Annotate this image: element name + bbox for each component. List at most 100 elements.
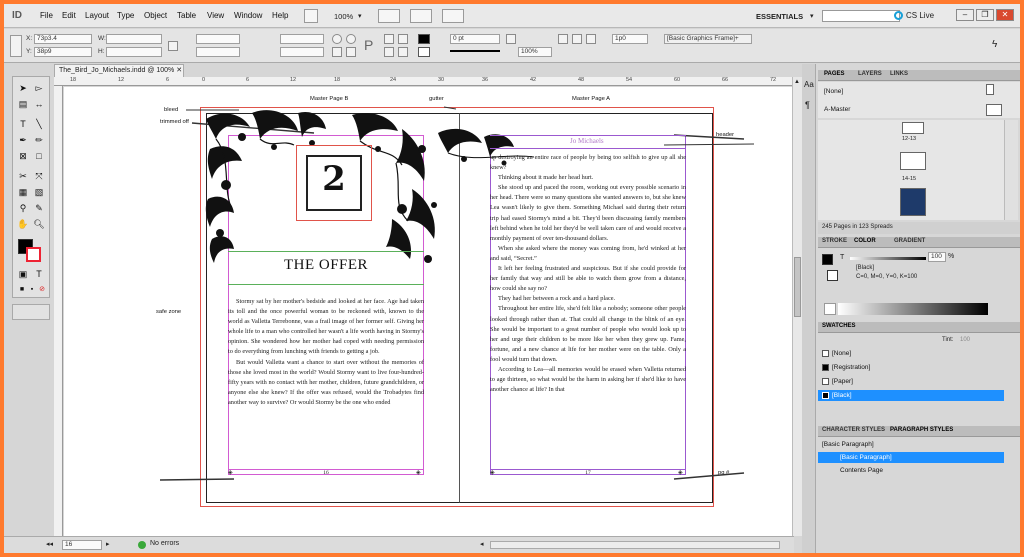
swatch-registration[interactable]: [Registration] (818, 362, 1004, 373)
selection-tool-icon[interactable]: ➤ (16, 81, 30, 95)
close-tab-icon[interactable]: ✕ (176, 67, 182, 74)
pencil-tool-icon[interactable]: ✏ (32, 133, 46, 147)
menu-table[interactable]: Table (177, 11, 196, 20)
fill-swatch[interactable] (418, 34, 430, 44)
select-container-icon[interactable] (384, 34, 394, 44)
page-tool-icon[interactable]: ▤ (16, 97, 30, 111)
rotation-field[interactable] (280, 34, 324, 44)
scissors-tool-icon[interactable]: ✂ (16, 169, 30, 183)
note-tool-icon[interactable]: ✎ (32, 201, 46, 215)
select-previous-icon[interactable] (384, 47, 394, 57)
tab-layers[interactable]: LAYERS (858, 71, 882, 77)
drop-shadow-icon[interactable] (506, 34, 516, 44)
menu-window[interactable]: Window (234, 11, 262, 20)
tab-color[interactable]: COLOR (854, 238, 876, 244)
swatch-none[interactable]: [None] (818, 348, 1004, 359)
preflight-status[interactable]: No errors (150, 540, 179, 547)
style-basic-paragraph[interactable]: [Basic Paragraph] (818, 452, 1004, 463)
document-tab[interactable]: The_Bird_Jo_Michaels.indd @ 100% ✕ (54, 64, 184, 77)
first-page-icon[interactable]: ◂◂ (46, 540, 53, 548)
workspace-dropdown-icon[interactable]: ▾ (810, 12, 814, 20)
color-fill-swatch[interactable] (822, 254, 833, 265)
width-field[interactable] (106, 34, 162, 44)
tab-swatches[interactable]: SWATCHES (822, 323, 856, 329)
rectangle-frame-tool-icon[interactable]: ⊠ (16, 149, 30, 163)
menu-help[interactable]: Help (272, 11, 288, 20)
paragraph-icon[interactable]: ¶ (805, 100, 810, 110)
formatting-container-icon[interactable]: ▣ (16, 267, 30, 281)
tab-gradient[interactable]: GRADIENT (894, 238, 925, 244)
scroll-up-icon[interactable]: ▲ (794, 79, 801, 86)
flip-horizontal-icon[interactable] (332, 47, 342, 57)
none-color-icon[interactable] (824, 303, 836, 315)
tab-pages[interactable]: PAGES (824, 71, 845, 77)
cs-live-label[interactable]: CS Live (906, 11, 934, 20)
menu-edit[interactable]: Edit (62, 11, 76, 20)
cs-live-icon[interactable] (894, 11, 903, 20)
workspace-switcher[interactable]: ESSENTIALS (756, 12, 803, 21)
pages-scrollbar[interactable] (1004, 120, 1018, 220)
rotate-ccw-icon[interactable] (346, 34, 356, 44)
character-icon[interactable]: Aa (804, 80, 814, 89)
flip-vertical-icon[interactable] (346, 47, 356, 57)
horizontal-ruler[interactable]: 18 12 6 0 6 12 18 24 30 36 42 48 54 60 6… (54, 77, 792, 86)
wrap-bbox-icon[interactable] (572, 34, 582, 44)
swatch-tint-value[interactable]: 100 (960, 337, 970, 343)
page-thumb[interactable] (900, 152, 926, 170)
direct-selection-tool-icon[interactable]: ▻ (32, 81, 46, 95)
view-options-button[interactable] (378, 9, 400, 23)
scroll-left-icon[interactable]: ◂ (480, 540, 484, 548)
hand-tool-icon[interactable]: ✋ (16, 217, 30, 231)
menu-type[interactable]: Type (117, 11, 134, 20)
stroke-color-swatch[interactable] (26, 247, 41, 262)
apply-none-icon[interactable]: ⊘ (35, 283, 49, 297)
rectangle-tool-icon[interactable]: □ (32, 149, 46, 163)
menu-file[interactable]: File (40, 11, 53, 20)
vertical-ruler[interactable] (54, 86, 63, 536)
swatch-paper[interactable]: [Paper] (818, 376, 1004, 387)
minimize-button[interactable]: – (956, 9, 974, 21)
color-stroke-swatch[interactable] (827, 270, 838, 281)
menu-view[interactable]: View (207, 11, 224, 20)
frame-handle-icon[interactable]: ◈ (678, 469, 683, 476)
gradient-feather-tool-icon[interactable]: ▧ (32, 185, 46, 199)
page-thumb[interactable] (902, 122, 924, 134)
arrange-documents-button[interactable] (442, 9, 464, 23)
eyedropper-tool-icon[interactable]: ⚲ (16, 201, 30, 215)
help-search-input[interactable] (822, 10, 900, 22)
height-field[interactable] (106, 47, 162, 57)
vertical-scrollbar[interactable]: ▲ (792, 77, 802, 536)
lightning-icon[interactable]: ϟ (992, 39, 997, 50)
wrap-shape-icon[interactable] (586, 34, 596, 44)
scale-x-field[interactable] (196, 34, 240, 44)
opacity-field[interactable]: 100% (518, 47, 552, 57)
frame-handle-icon[interactable]: ◈ (228, 469, 233, 476)
pen-tool-icon[interactable]: ✒ (16, 133, 30, 147)
scroll-thumb[interactable] (794, 257, 801, 317)
gap-tool-icon[interactable]: ↔ (32, 97, 46, 111)
document-canvas[interactable]: Master Page B gutter Master Page A bleed… (64, 87, 792, 536)
bridge-icon[interactable] (304, 9, 318, 23)
type-tool-icon[interactable]: T (16, 117, 30, 131)
horizontal-scrollbar[interactable] (490, 541, 780, 549)
scale-y-field[interactable] (196, 47, 240, 57)
left-body-text[interactable]: Stormy sat by her mother's bedside and l… (228, 297, 424, 465)
color-ramp[interactable] (838, 303, 988, 315)
menu-object[interactable]: Object (144, 11, 167, 20)
zoom-tool-icon[interactable]: 🔍︎ (32, 217, 46, 231)
next-page-icon[interactable]: ▸ (106, 540, 110, 548)
constrain-proportions-icon[interactable] (168, 41, 178, 51)
reference-point-icon[interactable] (10, 35, 22, 57)
select-next-icon[interactable] (398, 47, 408, 57)
master-thumb[interactable] (986, 84, 994, 95)
select-content-icon[interactable] (398, 34, 408, 44)
shear-field[interactable] (280, 47, 324, 57)
right-body-text[interactable]: up destroying an entire race of people b… (490, 153, 686, 465)
style-contents-page[interactable]: Contents Page (818, 465, 1004, 476)
frame-handle-icon[interactable]: ◈ (490, 469, 495, 476)
free-transform-tool-icon[interactable]: ⤧ (32, 169, 46, 183)
gradient-tool-icon[interactable]: ▦ (16, 185, 30, 199)
tab-paragraph-styles[interactable]: PARAGRAPH STYLES (890, 427, 953, 433)
zoom-level[interactable]: 100% (334, 12, 353, 21)
line-tool-icon[interactable]: ╲ (32, 117, 46, 131)
